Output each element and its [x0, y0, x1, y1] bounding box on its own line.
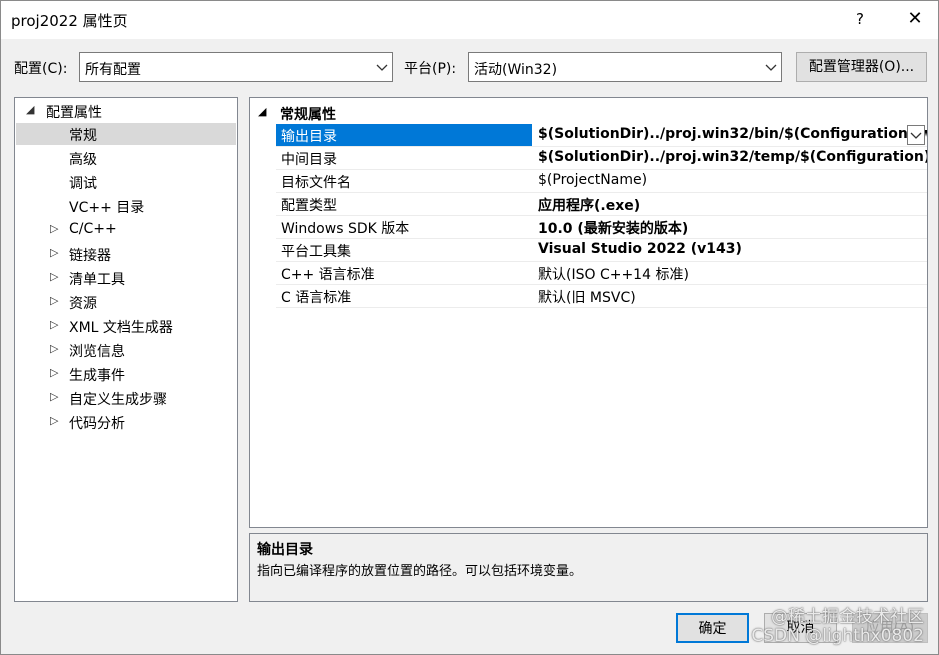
- property-name[interactable]: 配置类型: [276, 193, 532, 215]
- collapsed-arrow-icon[interactable]: ▷: [50, 318, 58, 331]
- category-label: 常规属性: [280, 107, 336, 123]
- platform-dropdown[interactable]: 活动(Win32): [468, 52, 782, 82]
- tree-item-label: VC++ 目录: [69, 200, 145, 216]
- tree-item-advanced[interactable]: 高级: [16, 147, 236, 169]
- property-row-c-language-standard[interactable]: C 语言标准 默认(旧 MSVC): [276, 285, 927, 308]
- property-row-output-dir[interactable]: 输出目录 $(SolutionDir)../proj.win32/bin/$(C…: [276, 124, 927, 147]
- property-name[interactable]: 平台工具集: [276, 239, 532, 261]
- expanded-arrow-icon[interactable]: ◢: [26, 103, 34, 116]
- property-value[interactable]: 默认(旧 MSVC): [534, 285, 927, 307]
- chevron-down-icon: [910, 132, 922, 139]
- tree-item-label: 链接器: [69, 248, 111, 264]
- tree-item-label: 资源: [69, 296, 97, 312]
- property-name[interactable]: 目标文件名: [276, 170, 532, 192]
- property-name[interactable]: 输出目录: [276, 124, 532, 146]
- property-name[interactable]: Windows SDK 版本: [276, 216, 532, 238]
- collapsed-arrow-icon[interactable]: ▷: [50, 246, 58, 259]
- property-name[interactable]: C++ 语言标准: [276, 262, 532, 284]
- collapsed-arrow-icon[interactable]: ▷: [50, 294, 58, 307]
- property-row-cpp-language-standard[interactable]: C++ 语言标准 默认(ISO C++14 标准): [276, 262, 927, 285]
- tree-item-config-properties[interactable]: ◢ 配置属性: [16, 100, 236, 122]
- platform-label: 平台(P):: [404, 61, 457, 77]
- property-value[interactable]: Visual Studio 2022 (v143): [534, 239, 927, 261]
- tree-item-general[interactable]: 常规: [16, 123, 236, 145]
- description-text: 指向已编译程序的放置位置的路径。可以包括环境变量。: [257, 564, 583, 579]
- expanded-arrow-icon[interactable]: ◢: [258, 105, 266, 118]
- collapsed-arrow-icon[interactable]: ▷: [50, 270, 58, 283]
- property-row-windows-sdk-version[interactable]: Windows SDK 版本 10.0 (最新安装的版本): [276, 216, 927, 239]
- tree-item-label: XML 文档生成器: [69, 320, 173, 336]
- tree-item-label: 调试: [69, 176, 97, 192]
- property-row-target-name[interactable]: 目标文件名 $(ProjectName): [276, 170, 927, 193]
- tree-item-label: 清单工具: [69, 272, 125, 288]
- property-value[interactable]: $(ProjectName): [534, 170, 927, 192]
- tree-item-debugging[interactable]: 调试: [16, 171, 236, 193]
- tree-item-code-analysis[interactable]: ▷ 代码分析: [16, 411, 236, 433]
- help-button[interactable]: ?: [837, 1, 883, 37]
- watermark-text: @稀土掘金技术社区: [771, 607, 924, 627]
- properties-dialog: proj2022 属性页 ? ✕ 配置(C): 所有配置 平台(P): 活动(W…: [0, 0, 939, 655]
- property-name[interactable]: C 语言标准: [276, 285, 532, 307]
- config-dropdown-value: 所有配置: [85, 62, 141, 78]
- tree-item-label: 代码分析: [69, 416, 125, 432]
- value-dropdown-button[interactable]: [907, 125, 925, 145]
- property-value[interactable]: $(SolutionDir)../proj.win32/bin/$(Config…: [534, 124, 927, 146]
- close-button[interactable]: ✕: [892, 1, 938, 37]
- config-label: 配置(C):: [14, 61, 68, 77]
- platform-dropdown-value: 活动(Win32): [474, 62, 558, 78]
- tree-item-build-events[interactable]: ▷ 生成事件: [16, 363, 236, 385]
- watermark-text: CSDN @lighthx0802: [751, 626, 924, 646]
- title-bar[interactable]: proj2022 属性页 ? ✕: [1, 1, 938, 39]
- category-general-properties[interactable]: ◢ 常规属性: [250, 102, 927, 124]
- window-title: proj2022 属性页: [11, 12, 128, 30]
- tree-item-vc-directories[interactable]: VC++ 目录: [16, 195, 236, 217]
- ok-button[interactable]: 确定: [676, 613, 749, 643]
- description-title: 输出目录: [257, 542, 313, 558]
- tree-item-browse-info[interactable]: ▷ 浏览信息: [16, 339, 236, 361]
- chevron-down-icon: [765, 64, 777, 71]
- property-row-intermediate-dir[interactable]: 中间目录 $(SolutionDir)../proj.win32/temp/$(…: [276, 147, 927, 170]
- tree-item-label: 自定义生成步骤: [69, 392, 167, 408]
- property-value[interactable]: 默认(ISO C++14 标准): [534, 262, 927, 284]
- tree-item-resources[interactable]: ▷ 资源: [16, 291, 236, 313]
- tree-item-label: 配置属性: [46, 105, 102, 121]
- property-name[interactable]: 中间目录: [276, 147, 532, 169]
- tree-item-label: 生成事件: [69, 368, 125, 384]
- tree-item-label: C/C++: [69, 221, 117, 237]
- tree-item-label: 浏览信息: [69, 344, 125, 360]
- tree-item-xml-doc-generator[interactable]: ▷ XML 文档生成器: [16, 315, 236, 337]
- property-tree[interactable]: ◢ 配置属性 常规 高级 调试 VC++ 目录 ▷ C/C++ ▷ 链接器 ▷ …: [14, 97, 238, 602]
- tree-item-custom-build-step[interactable]: ▷ 自定义生成步骤: [16, 387, 236, 409]
- collapsed-arrow-icon[interactable]: ▷: [50, 222, 58, 235]
- config-manager-button[interactable]: 配置管理器(O)...: [796, 52, 927, 82]
- property-grid[interactable]: ◢ 常规属性 输出目录 $(SolutionDir)../proj.win32/…: [249, 97, 928, 528]
- property-value[interactable]: 应用程序(.exe): [534, 193, 927, 215]
- tree-item-manifest-tool[interactable]: ▷ 清单工具: [16, 267, 236, 289]
- tree-item-c-cpp[interactable]: ▷ C/C++: [16, 219, 236, 241]
- description-panel: 输出目录 指向已编译程序的放置位置的路径。可以包括环境变量。: [249, 533, 928, 602]
- property-value[interactable]: $(SolutionDir)../proj.win32/temp/$(Confi…: [534, 147, 927, 169]
- property-row-config-type[interactable]: 配置类型 应用程序(.exe): [276, 193, 927, 216]
- tree-item-label: 常规: [69, 128, 97, 144]
- property-value[interactable]: 10.0 (最新安装的版本): [534, 216, 927, 238]
- config-dropdown[interactable]: 所有配置: [79, 52, 393, 82]
- chevron-down-icon: [376, 64, 388, 71]
- tree-item-label: 高级: [69, 152, 97, 168]
- tree-item-linker[interactable]: ▷ 链接器: [16, 243, 236, 265]
- collapsed-arrow-icon[interactable]: ▷: [50, 342, 58, 355]
- collapsed-arrow-icon[interactable]: ▷: [50, 366, 58, 379]
- property-row-platform-toolset[interactable]: 平台工具集 Visual Studio 2022 (v143): [276, 239, 927, 262]
- collapsed-arrow-icon[interactable]: ▷: [50, 390, 58, 403]
- collapsed-arrow-icon[interactable]: ▷: [50, 414, 58, 427]
